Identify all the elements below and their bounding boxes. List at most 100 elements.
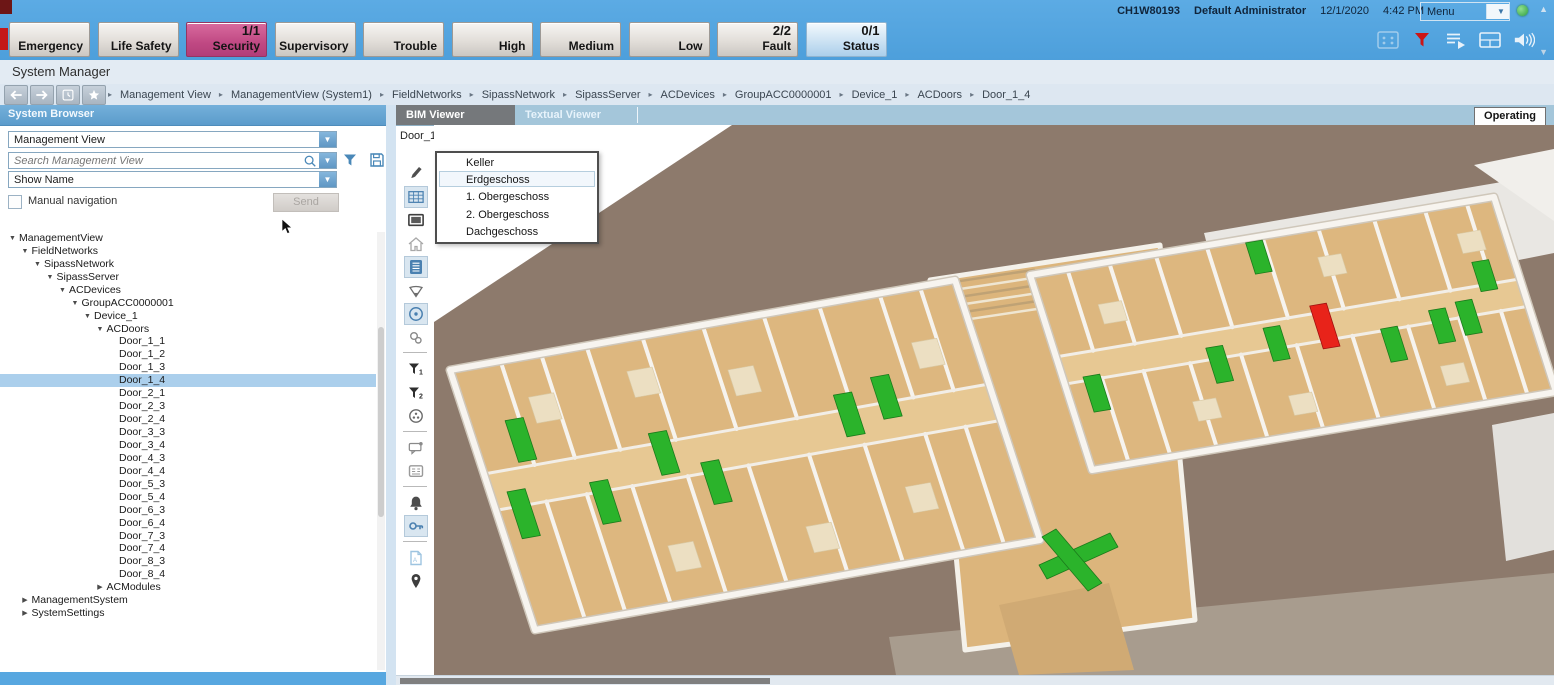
back-button[interactable] [4,85,28,105]
layout-icon[interactable] [1478,30,1502,50]
cone-icon[interactable] [404,280,428,302]
location-pin-icon[interactable] [404,570,428,592]
tab-bim-viewer[interactable]: BIM Viewer [396,105,515,125]
bim-3d-view[interactable] [434,125,1554,675]
tree-item-SipassServer[interactable]: ▼SipassServer [0,271,376,284]
tree-item-Door_6_3[interactable]: Door_6_3 [0,504,376,517]
event-list-icon[interactable] [1444,30,1468,50]
breadcrumb-item[interactable]: ACDoors [917,89,962,101]
history-button[interactable] [56,85,80,105]
document-icon[interactable]: A [404,547,428,569]
tree-expander-icon[interactable]: ▼ [94,323,107,336]
floor-menu-item-dachgeschoss[interactable]: Dachgeschoss [439,223,595,239]
scroll-up-icon[interactable]: ▲ [1539,4,1548,14]
comment-icon[interactable] [404,437,428,459]
tree-item-FieldNetworks[interactable]: ▼FieldNetworks [0,245,376,258]
tree-item-Door_1_3[interactable]: Door_1_3 [0,361,376,374]
tree-item-Door_1_4[interactable]: Door_1_4 [0,374,376,387]
tree-item-SystemSettings[interactable]: ▶SystemSettings [0,607,376,620]
tree-item-Door_2_1[interactable]: Door_2_1 [0,387,376,400]
tree-expander-icon[interactable]: ▼ [31,258,44,271]
chevron-down-icon[interactable]: ▼ [1486,4,1509,19]
scroll-down-icon[interactable]: ▼ [1539,47,1548,57]
summary-button-life-safety[interactable]: Life Safety [98,22,179,57]
summary-button-supervisory[interactable]: Supervisory [275,22,356,57]
screen-icon[interactable] [404,209,428,231]
search-icon[interactable] [301,153,319,168]
breadcrumb-item[interactable]: SipassServer [575,89,640,101]
summary-button-security[interactable]: 1/1Security [186,22,267,57]
tree-expander-icon[interactable]: ▶ [94,581,107,594]
tree-item-Door_3_4[interactable]: Door_3_4 [0,439,376,452]
pen-icon[interactable] [404,162,428,184]
key-icon[interactable] [404,515,428,537]
tree-item-ACModules[interactable]: ▶ACModules [0,581,376,594]
summary-button-trouble[interactable]: Trouble [363,22,444,57]
tree-item-Door_3_3[interactable]: Door_3_3 [0,426,376,439]
event-filter-icon[interactable] [1410,30,1434,50]
breadcrumb-item[interactable]: GroupACC0000001 [735,89,832,101]
target-icon[interactable] [404,303,428,325]
tree-item-Door_2_3[interactable]: Door_2_3 [0,400,376,413]
horizontal-scrollbar-thumb[interactable] [400,678,770,684]
breadcrumb-item[interactable]: Door_1_4 [982,89,1030,101]
tree-item-Door_7_3[interactable]: Door_7_3 [0,530,376,543]
menu-dropdown[interactable]: Menu ▼ [1420,2,1510,21]
summary-button-status[interactable]: 0/1Status [806,22,887,57]
home-icon[interactable] [404,233,428,255]
tree-item-Door_4_3[interactable]: Door_4_3 [0,452,376,465]
tree-item-Door_1_2[interactable]: Door_1_2 [0,348,376,361]
list-view-icon[interactable] [404,256,428,278]
tree-item-ManagementSystem[interactable]: ▶ManagementSystem [0,594,376,607]
view-selector[interactable]: Management View ▼ [8,131,337,148]
detector-icon[interactable] [404,405,428,427]
tree-item-GroupACC0000001[interactable]: ▼GroupACC0000001 [0,297,376,310]
tree-item-Device_1[interactable]: ▼Device_1 [0,310,376,323]
chevron-down-icon[interactable]: ▼ [319,132,336,147]
card-icon[interactable] [404,460,428,482]
tree-item-Door_1_1[interactable]: Door_1_1 [0,336,376,349]
summary-button-fault[interactable]: 2/2Fault [717,22,798,57]
tree-expander-icon[interactable]: ▼ [44,271,57,284]
chevron-down-icon[interactable]: ▼ [319,153,336,168]
summary-button-emergency[interactable]: Emergency [9,22,90,57]
tree-item-ManagementView[interactable]: ▼ManagementView [0,232,376,245]
tree-item-Door_5_3[interactable]: Door_5_3 [0,478,376,491]
tree-scrollbar-thumb[interactable] [378,327,384,517]
panel-divider[interactable] [386,105,396,685]
tree-item-Door_4_4[interactable]: Door_4_4 [0,465,376,478]
manual-navigation-checkbox[interactable] [8,195,22,209]
breadcrumb-item[interactable]: ACDevices [661,89,715,101]
tree-item-ACDoors[interactable]: ▼ACDoors [0,323,376,336]
operating-mode-button[interactable]: Operating [1474,107,1546,126]
floor-menu-item-keller[interactable]: Keller [439,154,595,170]
tree-expander-icon[interactable]: ▼ [56,284,69,297]
tree-expander-icon[interactable]: ▼ [6,232,19,245]
tree-expander-icon[interactable]: ▼ [69,297,82,310]
tree-item-Door_8_4[interactable]: Door_8_4 [0,568,376,581]
tree-expander-icon[interactable]: ▼ [19,245,32,258]
breadcrumb-item[interactable]: Device_1 [852,89,898,101]
app-grid-icon[interactable] [1376,30,1400,50]
tab-textual-viewer[interactable]: Textual Viewer [515,105,633,125]
tree-item-Door_7_4[interactable]: Door_7_4 [0,543,376,556]
tree-item-Door_5_4[interactable]: Door_5_4 [0,491,376,504]
chevron-down-icon[interactable]: ▼ [319,172,336,187]
breadcrumb-item[interactable]: Management View [120,89,211,101]
tree-item-Door_2_4[interactable]: Door_2_4 [0,413,376,426]
bell-icon[interactable] [404,492,428,514]
summary-button-high[interactable]: High [452,22,533,57]
breadcrumb-item[interactable]: SipassNetwork [482,89,555,101]
floor-menu-item-erdgeschoss[interactable]: Erdgeschoss [439,171,595,187]
filter-1-icon[interactable]: 1 [404,358,428,380]
tree-item-Door_8_3[interactable]: Door_8_3 [0,555,376,568]
tree-item-SipassNetwork[interactable]: ▼SipassNetwork [0,258,376,271]
summary-button-low[interactable]: Low [629,22,710,57]
filter-2-icon[interactable]: 2 [404,382,428,404]
breadcrumb-item[interactable]: ManagementView (System1) [231,89,372,101]
send-button[interactable]: Send [273,193,339,212]
forward-button[interactable] [30,85,54,105]
floor-menu-item-1-obergeschoss[interactable]: 1. Obergeschoss [439,188,595,204]
horizontal-scrollbar[interactable] [396,675,1554,685]
search-input[interactable] [9,154,301,168]
